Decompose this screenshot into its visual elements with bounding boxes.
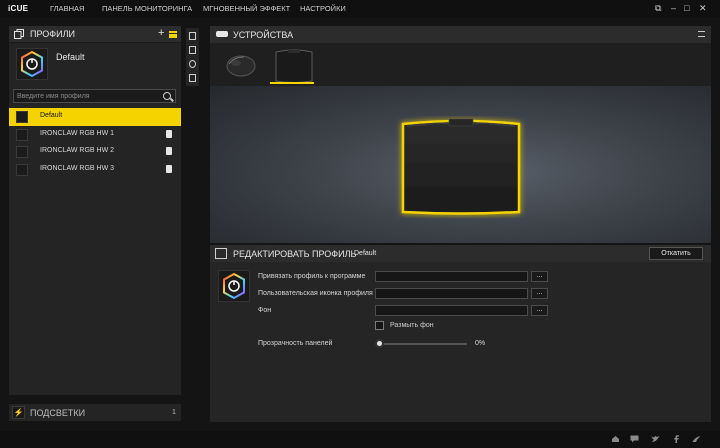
close-icon[interactable]: ✕ [699,3,707,14]
profile-list: Default IRONCLAW RGB HW 1 IRONCLAW RGB H… [9,108,181,178]
background-browse-button[interactable]: ... [531,305,548,316]
minimize-icon[interactable]: – [671,3,676,13]
profile-item-icon [16,146,28,158]
mouse-device-thumb[interactable] [222,51,258,81]
share-profile-icon[interactable] [189,60,196,68]
search-icon[interactable] [163,92,171,100]
lock-icon [166,147,172,155]
nav-home[interactable]: ГЛАВНАЯ [50,4,84,13]
lightings-title: ПОДСВЕТКИ [30,408,86,418]
link-program-browse-button[interactable]: ... [531,271,548,282]
nav-settings[interactable]: НАСТРОЙКИ [300,4,346,13]
profile-item-label: IRONCLAW RGB HW 3 [40,164,115,172]
chat-icon[interactable] [630,435,639,443]
profile-item-icon [16,163,28,176]
facebook-icon[interactable] [672,435,681,443]
copy-profile-icon[interactable] [189,46,196,54]
maximize-icon[interactable]: □ [684,3,689,13]
twitter-icon[interactable] [651,435,660,443]
lightings-panel-header[interactable]: ⚡ ПОДСВЕТКИ 1 [9,404,181,421]
profiles-header: ПРОФИЛИ + [9,26,181,43]
profile-item-label: Default [40,112,63,119]
edit-icon [215,248,227,259]
transparency-slider-track[interactable] [380,343,467,345]
edit-profile-title: РЕДАКТИРОВАТЬ ПРОФИЛЬ [233,249,357,259]
nav-instant-lighting[interactable]: МГНОВЕННЫЙ ЭФФЕКТ [203,4,290,13]
profiles-icon [14,29,24,39]
transparency-value: 0% [475,340,486,347]
profiles-title: ПРОФИЛИ [30,29,75,39]
custom-icon-field[interactable] [375,288,528,299]
device-preview [210,86,711,243]
background-field[interactable] [375,305,528,316]
custom-icon-label: Пользовательская иконка профиля [258,290,373,297]
restore-icon[interactable]: ⧉ [655,3,661,14]
devices-icon [216,31,228,37]
edit-profile-header: РЕДАКТИРОВАТЬ ПРОФИЛЬ Default Откатить [210,245,711,262]
profile-item-hw3[interactable]: IRONCLAW RGB HW 3 [9,161,181,179]
profiles-panel: ПРОФИЛИ + Default Default IRONCL [9,26,181,395]
profile-item-default[interactable]: Default [9,108,181,126]
profile-item-icon [16,111,28,123]
profiles-menu-icon[interactable] [169,31,177,38]
corsair-icon[interactable] [692,435,701,443]
edit-profile-body: Привязать профиль к программе ... Пользо… [210,262,711,422]
edit-profile-name: Default [354,250,377,257]
home-icon[interactable] [611,435,620,443]
blur-background-label: Размыть фон [390,322,434,329]
device-thumbnails [210,43,711,86]
link-program-label: Привязать профиль к программе [258,273,366,280]
profile-tools [186,28,199,86]
custom-icon-browse-button[interactable]: ... [531,288,548,299]
status-bar [0,431,720,448]
profile-logo [16,48,48,80]
new-profile-icon[interactable] [189,32,196,40]
revert-button[interactable]: Откатить [649,247,703,260]
mousepad-preview-image[interactable] [395,116,527,218]
delete-profile-icon[interactable] [189,74,196,82]
devices-menu-icon[interactable] [698,31,705,37]
profile-search[interactable] [13,89,176,103]
devices-title: УСТРОЙСТВА [233,30,294,40]
current-profile-name: Default [56,52,85,62]
app-logo: iCUE [8,4,29,13]
background-label: Фон [258,307,272,314]
profile-item-hw2[interactable]: IRONCLAW RGB HW 2 [9,143,181,161]
mousepad-device-thumb[interactable] [273,47,315,85]
profile-item-label: IRONCLAW RGB HW 1 [40,129,115,137]
profile-search-input[interactable] [17,91,157,102]
devices-header: УСТРОЙСТВА [210,26,711,43]
transparency-slider-handle[interactable] [375,339,384,348]
selected-device-indicator [270,82,314,84]
profile-item-label: IRONCLAW RGB HW 2 [40,147,115,154]
lightning-icon: ⚡ [12,406,25,419]
lightings-count: 1 [172,409,176,416]
add-profile-button[interactable]: + [158,27,164,39]
nav-dashboard[interactable]: ПАНЕЛЬ МОНИТОРИНГА [102,4,192,13]
profile-item-hw1[interactable]: IRONCLAW RGB HW 1 [9,126,181,144]
top-bar: iCUE ГЛАВНАЯ ПАНЕЛЬ МОНИТОРИНГА МГНОВЕНН… [0,0,720,18]
profile-item-icon [16,128,28,141]
lock-icon [166,129,172,138]
link-program-field[interactable] [375,271,528,282]
blur-background-checkbox[interactable] [375,321,384,330]
profile-icon-preview[interactable] [218,270,250,302]
lock-icon [166,164,172,173]
panel-transparency-label: Прозрачность панелей [258,340,333,347]
